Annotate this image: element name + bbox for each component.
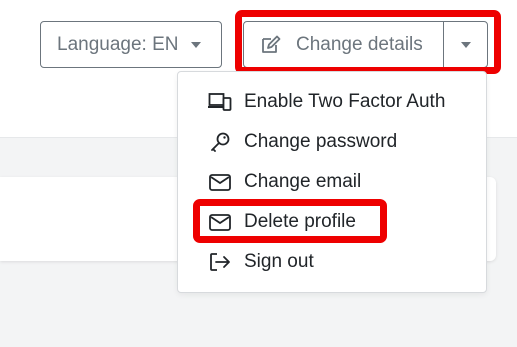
change-details-button[interactable]: Change details xyxy=(243,21,444,68)
edit-icon xyxy=(262,35,281,53)
dropdown-menu: Enable Two Factor Auth Change password C… xyxy=(177,71,487,293)
key-icon xyxy=(208,132,232,152)
change-details-label: Change details xyxy=(296,33,423,55)
caret-down-icon xyxy=(460,41,471,48)
menu-item-label: Change password xyxy=(244,131,398,152)
menu-item-label: Enable Two Factor Auth xyxy=(244,91,446,112)
menu-item-change-email[interactable]: Change email xyxy=(178,162,486,202)
envelope-icon xyxy=(208,212,232,232)
language-button[interactable]: Language: EN xyxy=(40,21,222,68)
menu-item-sign-out[interactable]: Sign out xyxy=(178,242,486,282)
dropdown-toggle-button[interactable] xyxy=(443,21,488,68)
menu-item-label: Change email xyxy=(244,171,362,192)
devices-icon xyxy=(208,92,232,112)
caret-down-icon xyxy=(190,41,201,48)
language-label: Language: EN xyxy=(57,33,179,55)
menu-item-delete-profile[interactable]: Delete profile xyxy=(178,202,486,242)
menu-item-label: Sign out xyxy=(244,251,314,272)
menu-item-label: Delete profile xyxy=(244,211,356,232)
sign-out-icon xyxy=(208,252,232,272)
envelope-icon xyxy=(208,172,232,192)
menu-item-change-password[interactable]: Change password xyxy=(178,122,486,162)
menu-item-enable-2fa[interactable]: Enable Two Factor Auth xyxy=(178,82,486,122)
